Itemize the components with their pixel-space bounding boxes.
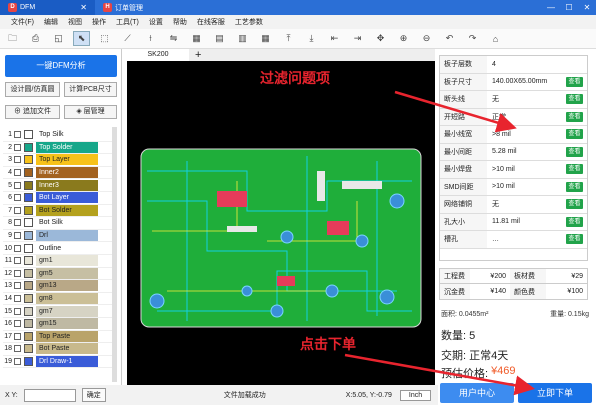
annotation-arrows [344, 90, 535, 396]
arrow-to-short-circuit [394, 90, 517, 133]
arrow-to-order-button [344, 353, 535, 396]
